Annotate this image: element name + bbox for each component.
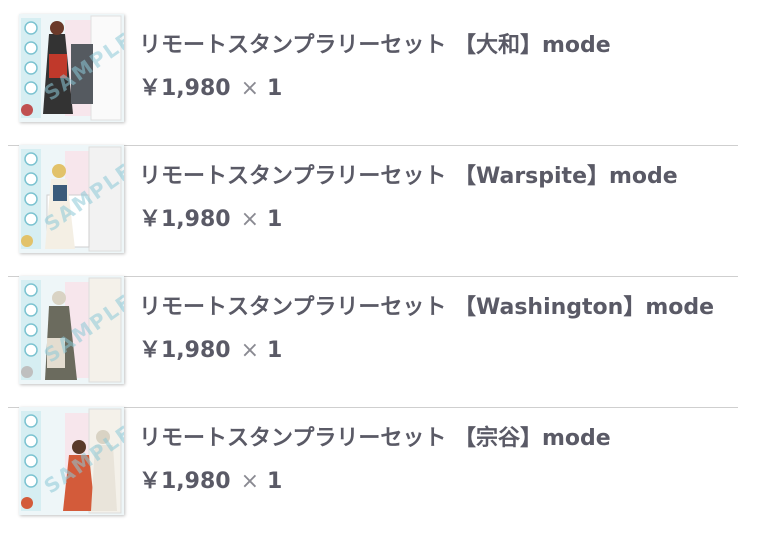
item-quantity: 1 [267, 76, 283, 101]
product-thumbnail[interactable]: SAMPLE [19, 407, 124, 515]
cart-item: SAMPLE リモートスタンプラリーセット 【宗谷】mode ￥1,980 × 1 [8, 407, 738, 538]
item-title-link[interactable]: リモートスタンプラリーセット 【Warspite】mode [139, 158, 678, 190]
item-price: ￥1,980 [139, 76, 231, 101]
multiply-sign: × [240, 76, 260, 101]
item-quantity: 1 [267, 207, 283, 232]
price-line: ￥1,980 × 1 [139, 70, 282, 102]
price-line: ￥1,980 × 1 [139, 463, 282, 495]
product-thumbnail[interactable]: SAMPLE [19, 14, 124, 122]
multiply-sign: × [240, 338, 260, 363]
price-line: ￥1,980 × 1 [139, 332, 282, 364]
item-quantity: 1 [267, 469, 283, 494]
item-price: ￥1,980 [139, 338, 231, 363]
cart-item-list: SAMPLE リモートスタンプラリーセット 【大和】mode ￥1,980 × 1 [0, 0, 758, 533]
item-price: ￥1,980 [139, 207, 231, 232]
product-thumbnail[interactable]: SAMPLE [19, 276, 124, 384]
multiply-sign: × [240, 207, 260, 232]
multiply-sign: × [240, 469, 260, 494]
product-image [19, 276, 124, 384]
product-image [19, 407, 124, 515]
item-title-link[interactable]: リモートスタンプラリーセット 【大和】mode [139, 27, 611, 59]
item-quantity: 1 [267, 338, 283, 363]
product-image [19, 14, 124, 122]
product-image [19, 145, 124, 253]
price-line: ￥1,980 × 1 [139, 201, 282, 233]
product-thumbnail[interactable]: SAMPLE [19, 145, 124, 253]
item-title-link[interactable]: リモートスタンプラリーセット 【Washington】mode [139, 289, 714, 321]
cart-item: SAMPLE リモートスタンプラリーセット 【Warspite】mode ￥1,… [8, 145, 738, 277]
cart-item: SAMPLE リモートスタンプラリーセット 【大和】mode ￥1,980 × 1 [8, 14, 738, 146]
cart-item: SAMPLE リモートスタンプラリーセット 【Washington】mode ￥… [8, 276, 738, 408]
item-price: ￥1,980 [139, 469, 231, 494]
item-title-link[interactable]: リモートスタンプラリーセット 【宗谷】mode [139, 420, 611, 452]
